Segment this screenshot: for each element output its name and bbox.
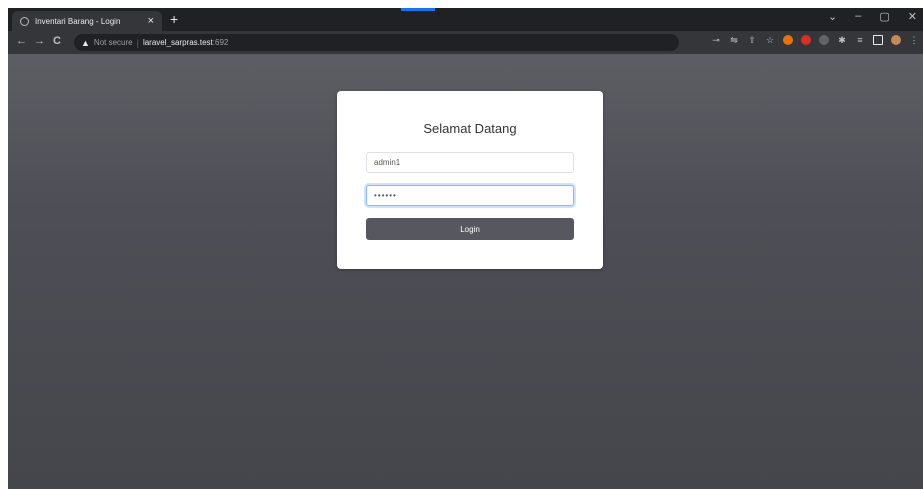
extension-red-icon[interactable] [783,35,793,45]
extension-gray-icon[interactable] [819,35,829,45]
url-host: laravel_sarpras.test [142,38,213,47]
url-port: :692 [212,38,229,47]
address-bar[interactable]: ▲ Not secure | laravel_sarpras.test :692 [74,34,679,51]
forward-button[interactable]: → [34,35,45,47]
tab-search-icon[interactable]: ⌄ [828,10,837,23]
star-icon[interactable]: ☆ [765,35,775,45]
key-icon[interactable]: ⊸ [711,35,721,45]
login-heading: Selamat Datang [423,121,517,136]
login-button[interactable]: Login [366,218,574,240]
warning-icon[interactable]: ▲ [81,38,90,48]
side-panel-icon[interactable] [873,35,883,45]
minimize-button[interactable]: – [855,10,861,23]
security-status[interactable]: Not secure [94,38,133,47]
url-separator: | [136,37,139,48]
tab-strip: Inventari Barang - Login × + ⌄ – ▢ ✕ [8,8,923,31]
window-controls: ⌄ – ▢ ✕ [828,10,917,23]
reload-button[interactable]: C [53,35,61,47]
tab-inventari-login[interactable]: Inventari Barang - Login × [12,11,162,31]
avatar[interactable] [891,35,901,45]
puzzle-icon[interactable]: ✱ [837,35,847,45]
username-input[interactable]: admin1 [366,152,574,173]
browser-toolbar: ← → C ▲ Not secure | laravel_sarpras.tes… [8,31,923,54]
page-viewport: Selamat Datang admin1 •••••• Login [8,54,923,489]
share-icon[interactable]: ⇧ [747,35,757,45]
loading-indicator [401,8,435,11]
tab-title: Inventari Barang - Login [35,16,121,26]
close-window-button[interactable]: ✕ [908,10,917,23]
password-input[interactable]: •••••• [366,185,574,206]
globe-icon [20,16,29,26]
login-card: Selamat Datang admin1 •••••• Login [337,91,603,269]
menu-icon[interactable]: ⋮ [909,35,919,45]
new-tab-button[interactable]: + [170,11,178,27]
extensions-bar: ⊸ ⇋ ⇧ ☆ ✱ ≡ ⋮ [711,35,919,45]
translate-icon[interactable]: ⇋ [729,35,739,45]
back-button[interactable]: ← [16,35,27,47]
reading-list-icon[interactable]: ≡ [855,35,865,45]
maximize-button[interactable]: ▢ [879,10,889,23]
adblock-icon[interactable] [801,35,811,45]
close-tab-icon[interactable]: × [148,15,154,27]
browser-window: Inventari Barang - Login × + ⌄ – ▢ ✕ ← →… [8,8,923,489]
